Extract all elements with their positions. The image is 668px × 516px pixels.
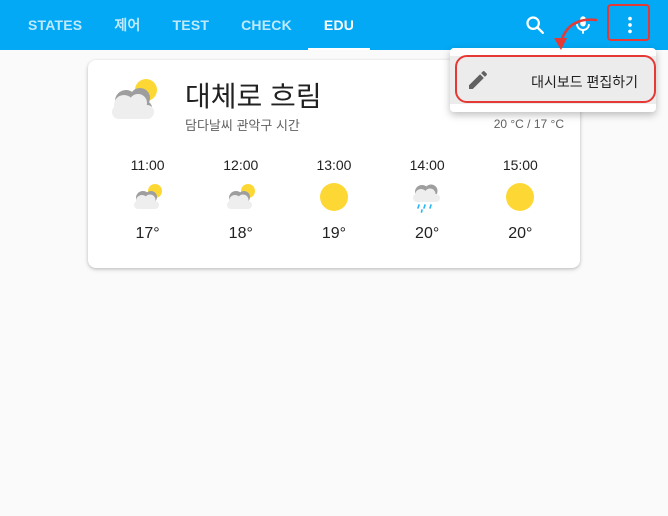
forecast-item: 13:00 19° [294, 155, 374, 243]
tab-check[interactable]: CHECK [225, 0, 308, 50]
partly-cloudy-icon [223, 179, 259, 215]
forecast-temperature: 18° [228, 225, 253, 242]
forecast-time: 13:00 [316, 157, 352, 173]
forecast-time: 15:00 [502, 157, 538, 173]
forecast-item: 12:00 18° [201, 155, 281, 243]
menu-item-highlight [455, 55, 656, 103]
hourly-forecast: 11:00 17° 12:00 18° 13:00 19° 14:00 20° … [88, 155, 580, 243]
forecast-temperature: 19° [321, 225, 347, 242]
weather-location: 담다날씨 관악구 시간 [185, 118, 300, 133]
view-tabs: STATES 제어 TEST CHECK EDU [12, 0, 371, 50]
sunny-icon [502, 179, 538, 215]
tab-control[interactable]: 제어 [98, 0, 156, 50]
forecast-temperature: 20° [415, 225, 440, 242]
forecast-item: 11:00 17° [108, 155, 188, 243]
forecast-item: 14:00 20° [387, 155, 467, 243]
forecast-time: 14:00 [409, 157, 445, 173]
tab-states[interactable]: STATES [12, 0, 98, 50]
search-button[interactable] [515, 5, 555, 45]
tab-edu[interactable]: EDU [307, 0, 371, 50]
more-button-highlight [607, 4, 650, 41]
annotation-arrow-icon [554, 18, 598, 50]
weather-condition: 대체로 흐림 [185, 81, 322, 112]
forecast-temperature: 20° [508, 225, 533, 242]
forecast-temperature: 17° [135, 225, 160, 242]
sunny-icon [316, 179, 352, 215]
tab-test[interactable]: TEST [157, 0, 226, 50]
forecast-item: 15:00 20° [480, 155, 560, 243]
partly-cloudy-icon [107, 75, 165, 128]
forecast-time: 12:00 [223, 157, 259, 173]
forecast-time: 11:00 [130, 157, 165, 173]
temperature-range: 20 °C / 17 °C [493, 117, 564, 131]
partly-cloudy-icon [130, 179, 166, 215]
rainy-icon [409, 179, 445, 215]
search-icon [526, 16, 544, 34]
